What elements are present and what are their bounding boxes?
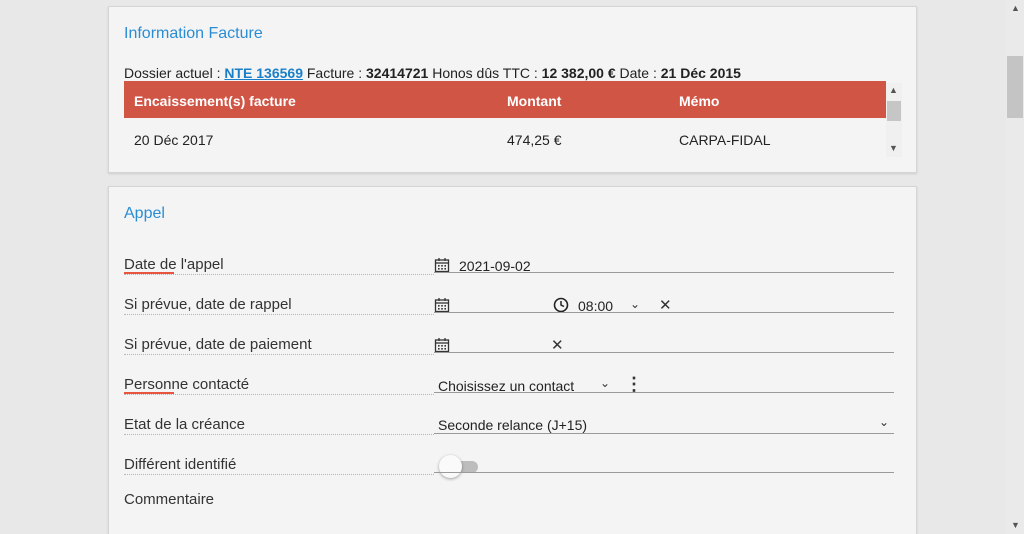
calendar-icon[interactable] — [434, 257, 450, 276]
cell-montant: 474,25 € — [507, 132, 562, 148]
cell-date: 20 Déc 2017 — [134, 132, 214, 148]
table-scrollbar-thumb[interactable] — [887, 101, 901, 121]
label-dotted-line — [124, 314, 434, 315]
payments-table: Encaissement(s) facture Montant Mémo 20 … — [124, 81, 886, 159]
contact-underline — [434, 392, 894, 393]
cell-memo: CARPA-FIDAL — [679, 132, 771, 148]
invoice-info-card: Information Facture Dossier actuel : NTE… — [108, 6, 917, 173]
table-row[interactable]: 20 Déc 2017 474,25 € CARPA-FIDAL — [124, 118, 886, 158]
dossier-link[interactable]: NTE 136569 — [224, 65, 303, 81]
label-dotted-line — [124, 274, 434, 275]
chevron-down-icon[interactable]: ⌄ — [879, 415, 889, 429]
scroll-up-icon[interactable]: ▲ — [1011, 3, 1020, 13]
calendar-icon[interactable] — [434, 337, 450, 356]
date-rappel-underline — [434, 312, 894, 313]
dossier-label: Dossier actuel : — [124, 65, 221, 81]
label-etat-creance: Etat de la créance — [124, 416, 245, 433]
column-header-encaissement[interactable]: Encaissement(s) facture — [134, 93, 296, 109]
table-scrollbar[interactable]: ▲ ▼ — [886, 83, 902, 157]
date-label: Date : — [619, 65, 657, 81]
label-dotted-line — [124, 394, 434, 395]
date-paiement-underline — [434, 352, 894, 353]
scroll-down-icon[interactable]: ▼ — [889, 143, 898, 153]
chevron-down-icon[interactable]: ⌄ — [630, 297, 640, 311]
label-personne-contacte: Personne contacté — [124, 376, 250, 393]
column-header-montant[interactable]: Montant — [507, 93, 561, 109]
label-date-paiement: Si prévue, date de paiement — [124, 336, 312, 353]
date-value: 21 Déc 2015 — [660, 65, 741, 81]
label-date-appel: Date de l'appel — [124, 256, 224, 273]
page-scrollbar-thumb[interactable] — [1007, 56, 1023, 118]
label-different-identifie: Différent identifié — [124, 456, 237, 473]
table-header: Encaissement(s) facture Montant Mémo — [124, 81, 886, 118]
facture-value: 32414721 — [366, 65, 429, 81]
scroll-up-icon[interactable]: ▲ — [889, 85, 898, 95]
toggle-underline — [434, 472, 894, 473]
different-toggle-knob[interactable] — [439, 455, 462, 478]
facture-label: Facture : — [306, 65, 363, 81]
chevron-down-icon[interactable]: ⌄ — [600, 376, 610, 390]
label-dotted-line — [124, 474, 434, 475]
honos-value: 12 382,00 € — [541, 65, 616, 81]
appel-title: Appel — [124, 205, 165, 222]
label-date-rappel: Si prévue, date de rappel — [124, 296, 292, 313]
clock-icon[interactable] — [553, 297, 569, 316]
honos-label: Honos dûs TTC : — [432, 65, 538, 81]
page-scrollbar[interactable]: ▲ ▼ — [1006, 0, 1024, 534]
column-header-memo[interactable]: Mémo — [679, 93, 719, 109]
label-commentaire: Commentaire — [124, 491, 215, 508]
invoice-info-title: Information Facture — [124, 25, 263, 42]
scroll-down-icon[interactable]: ▼ — [1011, 520, 1020, 530]
label-dotted-line — [124, 354, 434, 355]
etat-creance-select[interactable]: Seconde relance (J+15) — [438, 417, 587, 433]
dossier-summary: Dossier actuel : NTE 136569 Facture : 32… — [124, 65, 741, 81]
calendar-icon[interactable] — [434, 297, 450, 316]
etat-creance-underline — [434, 433, 894, 434]
appel-card: Appel Date de l'appel 2021-09-02 Si prév… — [108, 186, 917, 534]
label-dotted-line — [124, 434, 434, 435]
date-appel-underline — [434, 272, 894, 273]
